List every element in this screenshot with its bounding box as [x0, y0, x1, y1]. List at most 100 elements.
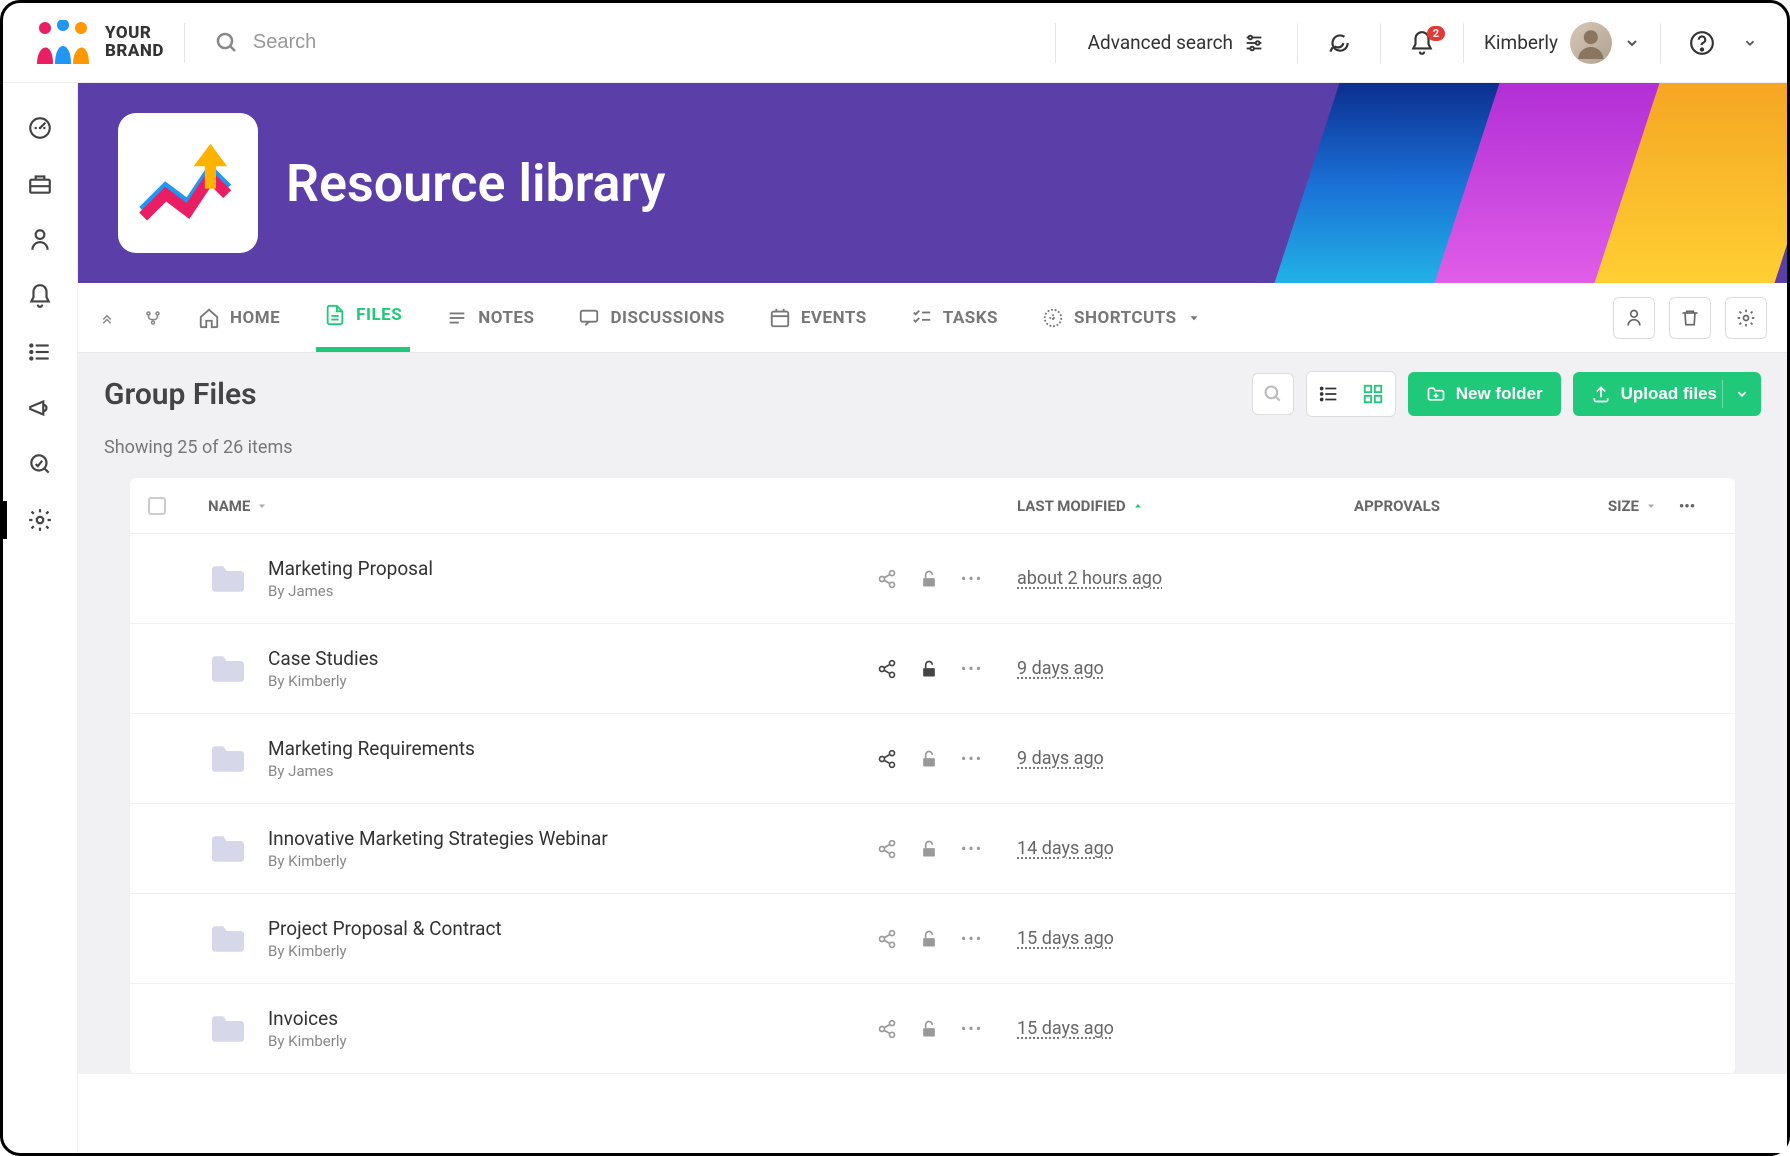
share-icon[interactable]: [877, 839, 897, 859]
bell-icon[interactable]: [25, 281, 55, 311]
more-icon[interactable]: •••: [961, 659, 983, 679]
share-icon[interactable]: [877, 929, 897, 949]
chevron-down-icon: [1624, 35, 1640, 51]
tab-events[interactable]: EVENTS: [761, 283, 875, 352]
lock-icon[interactable]: [919, 569, 939, 589]
modified-time: 15 days ago: [1017, 928, 1114, 949]
result-count: Showing 25 of 26 items: [104, 437, 1761, 458]
brand-mark-icon: [33, 20, 93, 66]
notification-badge: 2: [1427, 26, 1445, 41]
share-icon[interactable]: [877, 569, 897, 589]
trash-button[interactable]: [1669, 297, 1711, 339]
avatar: [1570, 22, 1612, 64]
chat-icon[interactable]: [1318, 30, 1360, 56]
modified-time: 9 days ago: [1017, 658, 1104, 679]
user-menu[interactable]: Kimberly: [1484, 22, 1640, 64]
table-row[interactable]: Marketing Requirements By James ••• 9 da…: [130, 714, 1735, 804]
tab-files[interactable]: FILES: [316, 283, 410, 352]
help-icon[interactable]: [1681, 30, 1723, 56]
grid-view-button[interactable]: [1351, 372, 1395, 416]
file-name: Project Proposal & Contract: [268, 917, 502, 940]
new-folder-button[interactable]: New folder: [1408, 372, 1561, 416]
search-icon: [215, 31, 239, 55]
settings-icon[interactable]: [25, 505, 55, 535]
file-name: Innovative Marketing Strategies Webinar: [268, 827, 608, 850]
lock-icon[interactable]: [919, 839, 939, 859]
table-row[interactable]: Invoices By Kimberly ••• 15 days ago: [130, 984, 1735, 1074]
file-name: Case Studies: [268, 647, 378, 670]
upload-files-button[interactable]: Upload files: [1573, 372, 1761, 416]
person-icon[interactable]: [25, 225, 55, 255]
branch-icon[interactable]: [144, 309, 162, 327]
share-icon[interactable]: [877, 659, 897, 679]
lock-icon[interactable]: [919, 749, 939, 769]
col-approvals[interactable]: APPROVALS: [1297, 497, 1497, 515]
folder-icon: [208, 923, 248, 955]
folder-icon: [208, 833, 248, 865]
table-row[interactable]: Case Studies By Kimberly ••• 9 days ago: [130, 624, 1735, 714]
tab-notes[interactable]: NOTES: [438, 283, 542, 352]
modified-time: 14 days ago: [1017, 838, 1114, 859]
advanced-search-button[interactable]: Advanced search: [1076, 31, 1277, 54]
lock-icon[interactable]: [919, 1019, 939, 1039]
chevron-down-icon: [1743, 36, 1757, 50]
page-title: Resource library: [286, 153, 665, 214]
lock-icon[interactable]: [919, 929, 939, 949]
banner-decoration: [1307, 83, 1787, 283]
modified-time: 9 days ago: [1017, 748, 1104, 769]
table-row[interactable]: Project Proposal & Contract By Kimberly …: [130, 894, 1735, 984]
col-size[interactable]: SIZE: [1497, 497, 1657, 515]
sidebar: [3, 83, 78, 1153]
col-last-modified[interactable]: LAST MODIFIED: [1017, 497, 1297, 515]
file-author: By Kimberly: [268, 1032, 347, 1050]
notifications-icon[interactable]: 2: [1401, 30, 1443, 56]
file-search-button[interactable]: [1252, 373, 1294, 415]
file-author: By James: [268, 762, 475, 780]
modified-time: 15 days ago: [1017, 1018, 1114, 1039]
table-row[interactable]: Innovative Marketing Strategies Webinar …: [130, 804, 1735, 894]
tab-discussions[interactable]: DISCUSSIONS: [570, 283, 732, 352]
file-name: Marketing Proposal: [268, 557, 433, 580]
select-all-checkbox[interactable]: [148, 497, 166, 515]
tab-tasks[interactable]: TASKS: [903, 283, 1006, 352]
more-icon[interactable]: •••: [961, 929, 983, 949]
file-author: By James: [268, 582, 433, 600]
brand-logo[interactable]: YOUR BRAND: [33, 20, 164, 66]
tab-home[interactable]: HOME: [190, 283, 288, 352]
collapse-up-icon[interactable]: [98, 309, 116, 327]
settings-button[interactable]: [1725, 297, 1767, 339]
share-icon[interactable]: [877, 749, 897, 769]
folder-icon: [208, 563, 248, 595]
library-logo-icon: [118, 113, 258, 253]
megaphone-icon[interactable]: [25, 393, 55, 423]
col-name[interactable]: NAME: [208, 497, 877, 515]
file-name: Invoices: [268, 1007, 347, 1030]
tab-shortcuts[interactable]: SHORTCUTS: [1034, 283, 1209, 352]
more-icon[interactable]: •••: [961, 839, 983, 859]
analytics-icon[interactable]: [25, 449, 55, 479]
brand-text: YOUR BRAND: [105, 25, 164, 61]
members-button[interactable]: [1613, 297, 1655, 339]
col-more[interactable]: •••: [1657, 497, 1717, 515]
list-view-button[interactable]: [1307, 372, 1351, 416]
section-title: Group Files: [104, 377, 257, 412]
folder-icon: [208, 1013, 248, 1045]
folder-icon: [208, 743, 248, 775]
chevron-down-icon: [1735, 387, 1749, 401]
search-input[interactable]: [253, 31, 1025, 54]
dashboard-icon[interactable]: [25, 113, 55, 143]
folder-icon: [208, 653, 248, 685]
file-author: By Kimberly: [268, 942, 502, 960]
modified-time: about 2 hours ago: [1017, 568, 1162, 589]
briefcase-icon[interactable]: [25, 169, 55, 199]
more-icon[interactable]: •••: [961, 569, 983, 589]
more-icon[interactable]: •••: [961, 749, 983, 769]
lock-icon[interactable]: [919, 659, 939, 679]
banner: Resource library: [78, 83, 1787, 283]
share-icon[interactable]: [877, 1019, 897, 1039]
table-row[interactable]: Marketing Proposal By James ••• about 2 …: [130, 534, 1735, 624]
list-icon[interactable]: [25, 337, 55, 367]
file-name: Marketing Requirements: [268, 737, 475, 760]
file-author: By Kimberly: [268, 672, 378, 690]
more-icon[interactable]: •••: [961, 1019, 983, 1039]
